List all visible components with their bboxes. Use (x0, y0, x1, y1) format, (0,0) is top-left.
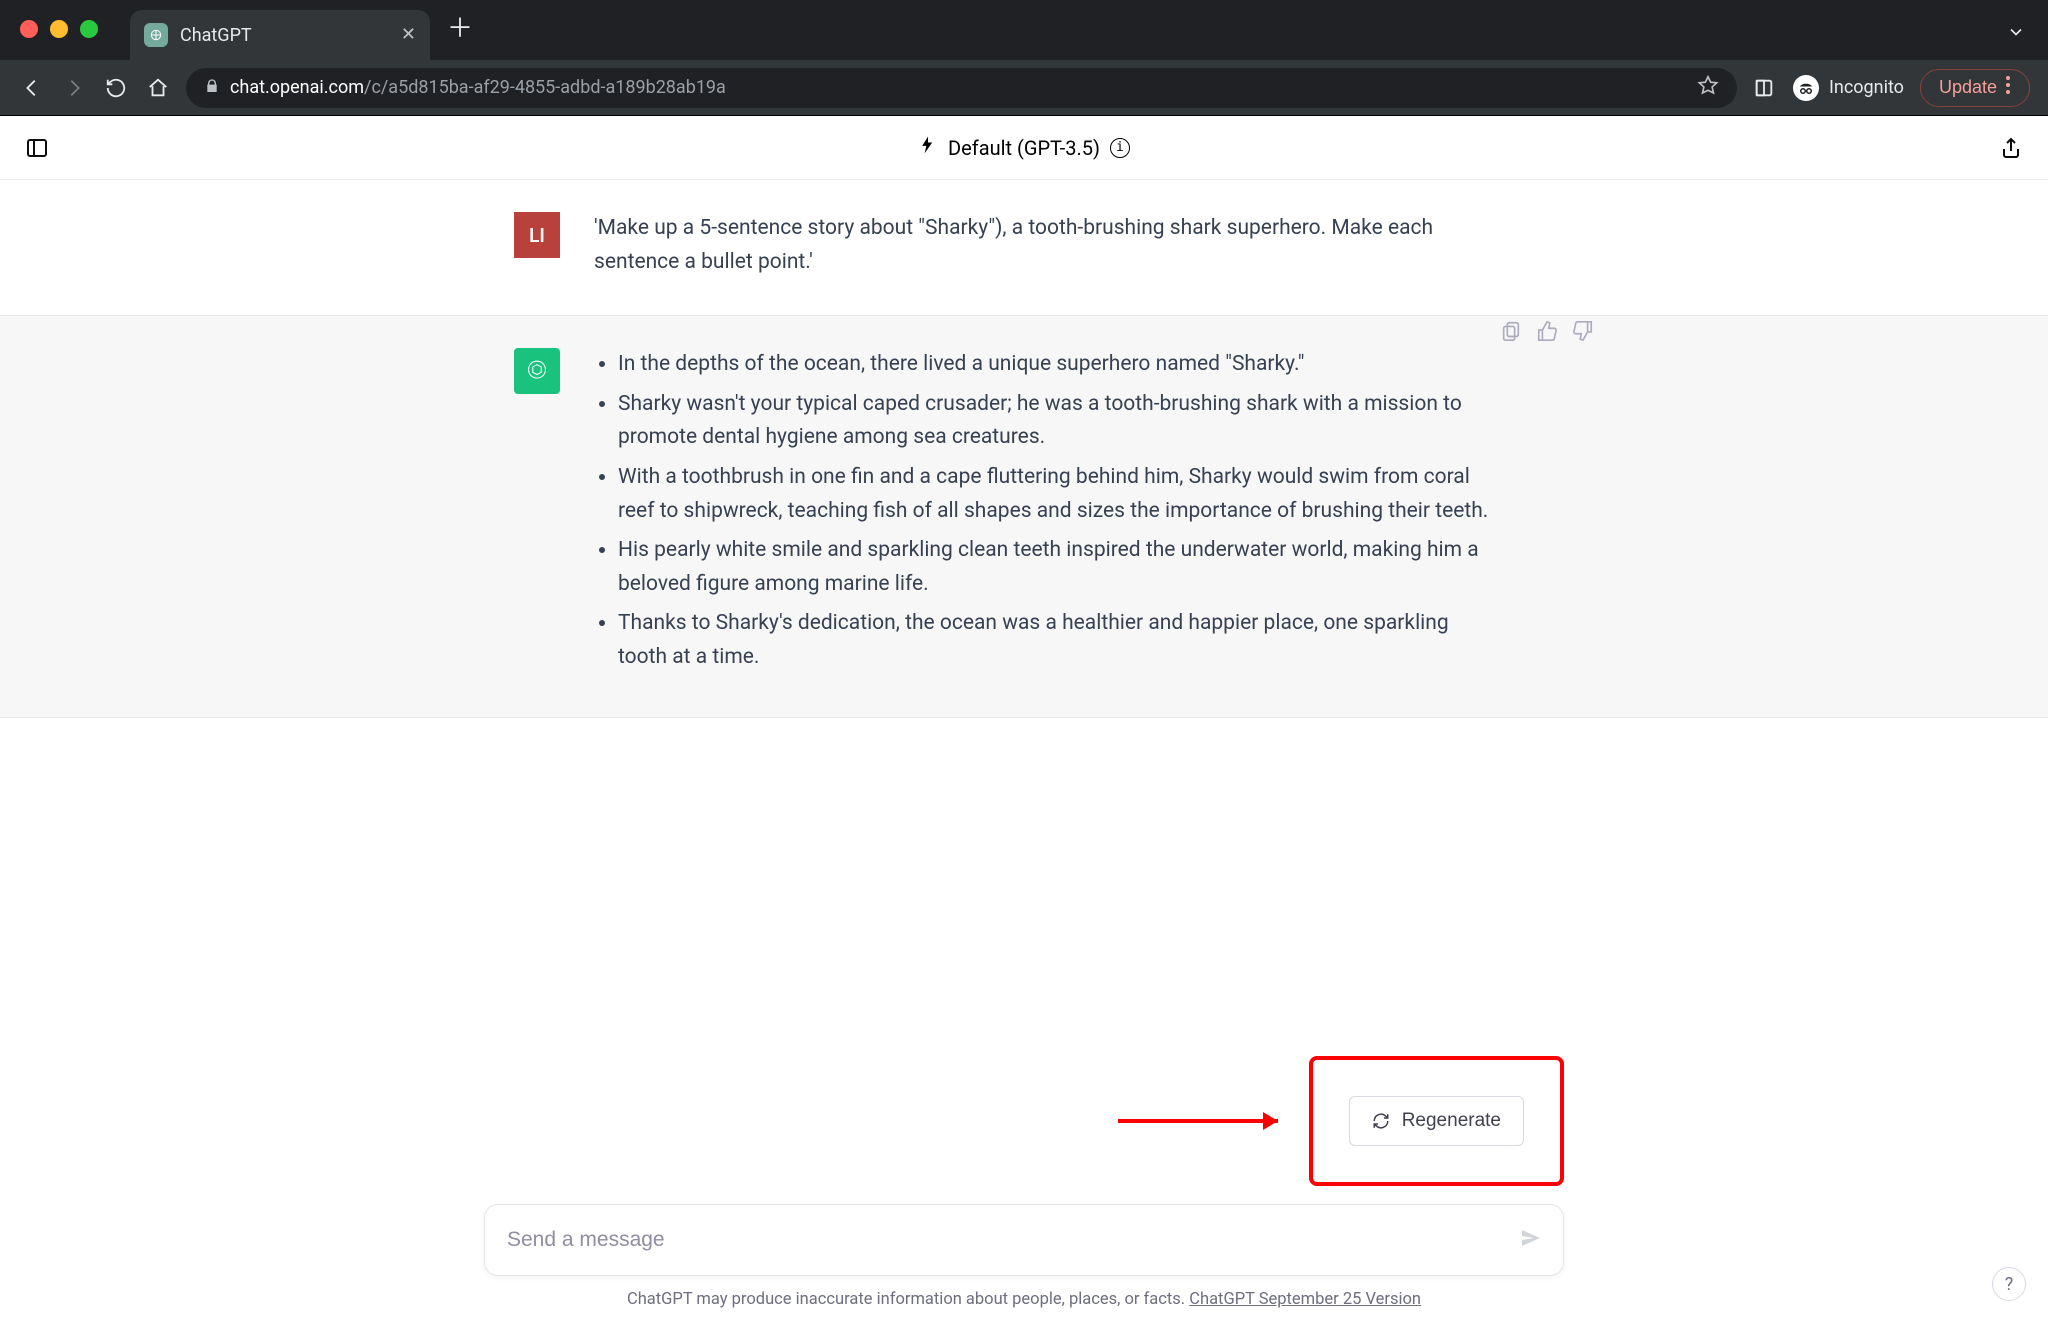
incognito-indicator[interactable]: Incognito (1793, 75, 1904, 101)
incognito-label: Incognito (1829, 77, 1904, 98)
tabs-overflow-icon[interactable] (2006, 22, 2026, 46)
app-header: Default (GPT-3.5) i (0, 116, 2048, 180)
help-button[interactable]: ? (1992, 1267, 2026, 1301)
assistant-bullet-list: In the depths of the ocean, there lived … (594, 348, 1494, 674)
tab-close-icon[interactable]: ✕ (401, 26, 416, 44)
window-maximize-button[interactable] (80, 20, 98, 38)
composer-area: Regenerate ChatGPT may produce inaccurat… (0, 1056, 2048, 1323)
list-item: Sharky wasn't your typical caped crusade… (618, 388, 1494, 455)
window-controls (20, 20, 98, 38)
message-actions (1500, 320, 1594, 346)
browser-tab[interactable]: ChatGPT ✕ (130, 10, 430, 60)
list-item: His pearly white smile and sparkling cle… (618, 534, 1494, 601)
incognito-icon (1793, 75, 1819, 101)
toolbar-right-cluster: Incognito Update (1751, 69, 2030, 107)
url-text: chat.openai.com/c/a5d815ba-af29-4855-adb… (230, 77, 726, 98)
assistant-avatar (514, 348, 560, 394)
lock-icon (204, 78, 220, 98)
composer-box[interactable] (484, 1204, 1564, 1276)
copy-icon[interactable] (1500, 320, 1522, 346)
help-label: ? (2005, 1274, 2014, 1295)
thumbs-down-icon[interactable] (1572, 320, 1594, 346)
regenerate-button[interactable]: Regenerate (1349, 1096, 1524, 1146)
annotation-arrow-icon (1113, 1106, 1293, 1136)
forward-button[interactable] (60, 74, 88, 102)
home-button[interactable] (144, 74, 172, 102)
model-info-icon[interactable]: i (1110, 138, 1130, 158)
model-name: Default (GPT-3.5) (948, 136, 1100, 160)
user-message-row: LI 'Make up a 5-sentence story about "Sh… (0, 180, 2048, 315)
bolt-icon (918, 135, 938, 160)
window-minimize-button[interactable] (50, 20, 68, 38)
update-button[interactable]: Update (1920, 69, 2030, 107)
update-label: Update (1939, 77, 1997, 98)
model-selector[interactable]: Default (GPT-3.5) i (918, 135, 1130, 160)
footer-version-link[interactable]: ChatGPT September 25 Version (1189, 1290, 1421, 1309)
footer-disclaimer: ChatGPT may produce inaccurate informati… (484, 1290, 1564, 1309)
sidebar-toggle-button[interactable] (22, 133, 52, 163)
regenerate-wrapper: Regenerate (484, 1056, 1564, 1186)
assistant-message-row: In the depths of the ocean, there lived … (0, 315, 2048, 717)
bookmark-star-icon[interactable] (1697, 74, 1719, 101)
list-item: Thanks to Sharky's dedication, the ocean… (618, 607, 1494, 674)
window-close-button[interactable] (20, 20, 38, 38)
browser-toolbar: chat.openai.com/c/a5d815ba-af29-4855-adb… (0, 60, 2048, 116)
chatgpt-app: Default (GPT-3.5) i LI 'Make up a 5-sent… (0, 116, 2048, 1323)
annotation-highlight: Regenerate (1309, 1056, 1564, 1186)
list-item: With a toothbrush in one fin and a cape … (618, 461, 1494, 528)
thumbs-up-icon[interactable] (1536, 320, 1558, 346)
back-button[interactable] (18, 74, 46, 102)
chatgpt-favicon-icon (144, 23, 168, 47)
address-bar[interactable]: chat.openai.com/c/a5d815ba-af29-4855-adb… (186, 68, 1737, 108)
extensions-icon[interactable] (1751, 75, 1777, 101)
reload-button[interactable] (102, 74, 130, 102)
composer: ChatGPT may produce inaccurate informati… (484, 1204, 1564, 1309)
send-icon[interactable] (1519, 1226, 1543, 1254)
new-tab-button[interactable]: ＋ (444, 10, 476, 42)
regenerate-label: Regenerate (1402, 1110, 1501, 1132)
user-message-text: 'Make up a 5-sentence story about "Shark… (594, 212, 1494, 279)
browser-tab-strip: ChatGPT ✕ ＋ (0, 0, 2048, 60)
browser-menu-icon[interactable] (2005, 76, 2011, 99)
user-initials: LI (529, 224, 545, 247)
user-avatar: LI (514, 212, 560, 258)
tab-title: ChatGPT (180, 25, 389, 46)
list-item: In the depths of the ocean, there lived … (618, 348, 1494, 382)
conversation-area: LI 'Make up a 5-sentence story about "Sh… (0, 180, 2048, 1056)
footer-text: ChatGPT may produce inaccurate informati… (627, 1290, 1189, 1309)
share-button[interactable] (1996, 133, 2026, 163)
message-input[interactable] (505, 1227, 1519, 1253)
assistant-message-content: In the depths of the ocean, there lived … (594, 348, 1494, 680)
